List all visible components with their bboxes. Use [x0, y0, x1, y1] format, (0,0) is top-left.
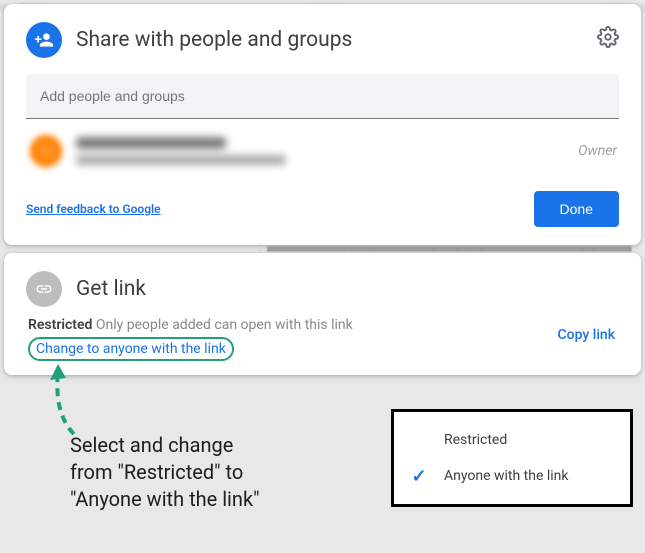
copy-link-button[interactable]: Copy link	[558, 327, 615, 343]
role-label: Owner	[578, 143, 617, 159]
restriction-line: Restricted Only people added can open wi…	[28, 317, 617, 333]
person-add-icon	[26, 22, 62, 58]
link-icon	[26, 271, 62, 307]
link-body: Restricted Only people added can open wi…	[28, 317, 617, 361]
person-info	[76, 137, 566, 165]
dropdown-label: Restricted	[444, 432, 507, 448]
share-footer: Send feedback to Google Done	[26, 191, 619, 227]
dropdown-option-anyone[interactable]: ✓ Anyone with the link	[394, 458, 630, 494]
get-link-dialog: Get link Restricted Only people added ca…	[4, 253, 641, 375]
dropdown-label: Anyone with the link	[444, 468, 569, 484]
annotation-line1: Select and change	[70, 432, 370, 459]
annotation-text: Select and change from "Restricted" to "…	[70, 432, 370, 513]
access-dropdown: Restricted ✓ Anyone with the link	[391, 409, 633, 507]
share-title: Share with people and groups	[76, 28, 352, 52]
share-header: Share with people and groups	[26, 22, 619, 58]
person-row: Owner	[26, 119, 619, 175]
check-icon: ✓	[410, 466, 428, 487]
avatar	[28, 133, 64, 169]
done-button[interactable]: Done	[534, 191, 619, 227]
change-access-link[interactable]: Change to anyone with the link	[28, 337, 234, 361]
gear-icon[interactable]	[597, 26, 619, 48]
annotation-line2: from "Restricted" to	[70, 459, 370, 486]
dropdown-option-restricted[interactable]: Restricted	[394, 422, 630, 458]
share-dialog: Share with people and groups Owner Send …	[4, 4, 641, 245]
feedback-link[interactable]: Send feedback to Google	[26, 202, 161, 216]
restriction-status: Restricted	[28, 317, 92, 333]
link-header: Get link	[26, 271, 619, 307]
link-title: Get link	[76, 277, 146, 301]
restriction-desc: Only people added can open with this lin…	[92, 317, 352, 333]
annotation-line3: "Anyone with the link"	[70, 486, 370, 513]
add-people-input[interactable]	[26, 74, 619, 119]
